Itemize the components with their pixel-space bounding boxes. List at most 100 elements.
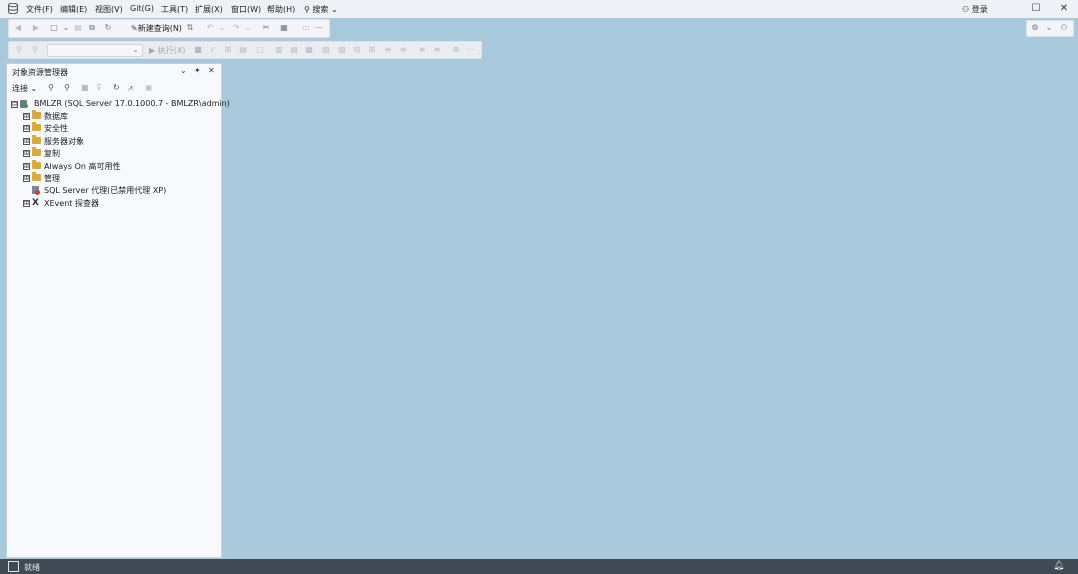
agent-icon [32, 186, 40, 195]
tree-item-replication[interactable]: ⊞ 复制 [23, 147, 219, 160]
change-connection-icon[interactable]: ⚲ [30, 45, 40, 55]
window-icon[interactable]: ▭ [301, 23, 311, 33]
tree-item-label: SQL Server 代理(已禁用代理 XP) [44, 186, 167, 195]
menu-window[interactable]: 窗口(W) [231, 4, 261, 15]
uncomment-icon[interactable]: ⊞ [367, 45, 377, 55]
expander-icon[interactable]: ⊞ [23, 200, 30, 207]
chevron-down-icon[interactable]: ⌄ [1044, 23, 1054, 33]
feedback-icon[interactable]: ⚇ [1059, 23, 1069, 33]
standard-toolbar: ◀ ▶ ▢ ⌄ ▤ ⧉ ↻ ✎新建查询(N) ⇅ ↶ ⌄ ↷ ⌄ ✂ ▦ ▭ ⋯ [8, 19, 330, 38]
indent-icon[interactable]: ≡ [398, 45, 408, 55]
folder-icon [32, 122, 41, 131]
specify-values-icon[interactable]: ⊕ [451, 45, 461, 55]
connect-server-icon[interactable]: ⚲ [48, 83, 54, 92]
refresh-icon[interactable]: ↻ [113, 83, 120, 92]
expander-icon[interactable]: ⊞ [23, 175, 30, 182]
chevron-down-icon[interactable]: ⌄ [180, 66, 187, 75]
tree-item-xevent[interactable]: ⊞ X XEvent 探查器 [23, 198, 219, 210]
folder-icon [32, 110, 41, 119]
align-left-icon[interactable]: ≡ [417, 45, 427, 55]
menu-edit[interactable]: 编辑(E) [60, 4, 87, 15]
expander-icon[interactable]: ⊞ [23, 125, 30, 132]
save-all-icon[interactable]: ⧉ [87, 23, 97, 33]
chevron-down-icon[interactable]: ⌄ [243, 23, 253, 33]
menu-tools[interactable]: 工具(T) [161, 4, 188, 15]
connect-label: 连接 [12, 84, 28, 93]
tree-item-label: 服务器对象 [44, 137, 84, 146]
tree-item-always-on[interactable]: ⊞ Always On 高可用性 [23, 160, 219, 173]
include-plan-icon[interactable]: ▧ [321, 45, 331, 55]
server-icon [20, 100, 28, 108]
tree-item-management[interactable]: ⊞ 管理 [23, 172, 219, 185]
activity-icon[interactable]: ⩘ [128, 83, 133, 93]
expander-icon[interactable]: ⊞ [23, 138, 30, 145]
tree-item-label: Always On 高可用性 [44, 162, 121, 171]
more-icon[interactable]: ⋯ [314, 23, 324, 33]
forward-icon[interactable]: ▶ [31, 23, 41, 33]
pin-icon[interactable]: ✦ [194, 66, 201, 75]
stop-icon[interactable]: ■ [193, 45, 203, 55]
tree-item-label: 安全性 [44, 124, 68, 133]
folder-icon [32, 135, 41, 144]
close-icon[interactable]: ✕ [208, 66, 215, 75]
align-right-icon[interactable]: ≡ [432, 45, 442, 55]
tree-item-label: 数据库 [44, 112, 68, 121]
refresh-icon[interactable]: ↻ [103, 23, 113, 33]
save-icon[interactable]: ▤ [73, 23, 83, 33]
notification-bell-icon[interactable]: 🔔︎ [1053, 561, 1064, 571]
outdent-icon[interactable]: ≡ [383, 45, 393, 55]
menu-help[interactable]: 帮助(H) [267, 4, 295, 15]
connect-icon[interactable]: ⚲ [14, 45, 24, 55]
folder-icon [32, 160, 41, 169]
chevron-down-icon[interactable]: ⌄ [61, 23, 71, 33]
chevron-down-icon[interactable]: ⌄ [217, 23, 227, 33]
grid-icon[interactable]: ▤ [238, 45, 248, 55]
maximize-icon[interactable]: ☐ [1029, 2, 1043, 16]
tree-item-sql-agent[interactable]: SQL Server 代理(已禁用代理 XP) [23, 185, 219, 197]
expander-icon[interactable]: ⊞ [23, 163, 30, 170]
back-icon[interactable]: ◀ [13, 23, 23, 33]
more-icon[interactable]: ⋯ [465, 45, 475, 55]
menu-git[interactable]: Git(G) [130, 4, 154, 13]
tree-item-security[interactable]: ⊞ 安全性 [23, 122, 219, 135]
summary-icon[interactable]: ▣ [145, 83, 153, 92]
query-options-icon[interactable]: ⇅ [185, 23, 195, 33]
connect-button[interactable]: 连接 ⌄ [12, 83, 37, 94]
new-query-button[interactable]: ✎新建查询(N) [131, 23, 182, 34]
tree-item-server-objects[interactable]: ⊞ 服务器对象 [23, 135, 219, 148]
settings-icon[interactable]: ⚙ [1030, 23, 1040, 33]
results-icon[interactable]: ▥ [274, 45, 284, 55]
tree-item-databases[interactable]: ⊞ 数据库 [23, 110, 219, 123]
login-button[interactable]: ⚇ 登录 [962, 4, 988, 15]
execute-button[interactable]: ▶ 执行(X) [149, 45, 185, 56]
stop-icon[interactable]: ■ [81, 83, 89, 92]
status-window-icon[interactable] [8, 561, 19, 572]
close-icon[interactable]: ✕ [1057, 2, 1071, 16]
properties-icon[interactable]: ▦ [279, 23, 289, 33]
menu-extensions[interactable]: 扩展(X) [195, 4, 223, 15]
client-stats-icon[interactable]: ▨ [337, 45, 347, 55]
menu-bar: 文件(F) 编辑(E) 视图(V) Git(G) 工具(T) 扩展(X) 窗口(… [0, 0, 1078, 18]
disconnect-icon[interactable]: ⚲ [64, 83, 70, 92]
text-icon[interactable]: ▢ [255, 45, 265, 55]
comment-icon[interactable]: ⊟ [352, 45, 362, 55]
expander-icon[interactable]: ⊞ [23, 150, 30, 157]
menu-file[interactable]: 文件(F) [26, 4, 53, 15]
expander-icon[interactable]: ⊟ [11, 101, 18, 108]
plan-icon[interactable]: ⊞ [223, 45, 233, 55]
stats-icon[interactable]: ▦ [304, 45, 314, 55]
search-menu[interactable]: ⚲ 搜索 ⌄ [304, 4, 338, 15]
file-icon[interactable]: ▤ [289, 45, 299, 55]
expander-icon[interactable]: ⊞ [23, 113, 30, 120]
parse-icon[interactable]: ✓ [208, 45, 218, 55]
tree-item-server[interactable]: ⊟ BMLZR (SQL Server 17.0.1000.7 - BMLZR\… [11, 99, 230, 111]
menu-view[interactable]: 视图(V) [95, 4, 123, 15]
tree-item-label: BMLZR (SQL Server 17.0.1000.7 - BMLZR\ad… [34, 99, 230, 108]
undo-icon[interactable]: ↶ [205, 23, 215, 33]
status-bar: 就绪 🔔︎ [0, 559, 1078, 574]
database-select[interactable]: ⌄ [47, 44, 143, 57]
filter-icon[interactable]: ⊽ [96, 83, 102, 92]
new-file-icon[interactable]: ▢ [49, 23, 59, 33]
cut-icon[interactable]: ✂ [261, 23, 271, 33]
redo-icon[interactable]: ↷ [231, 23, 241, 33]
